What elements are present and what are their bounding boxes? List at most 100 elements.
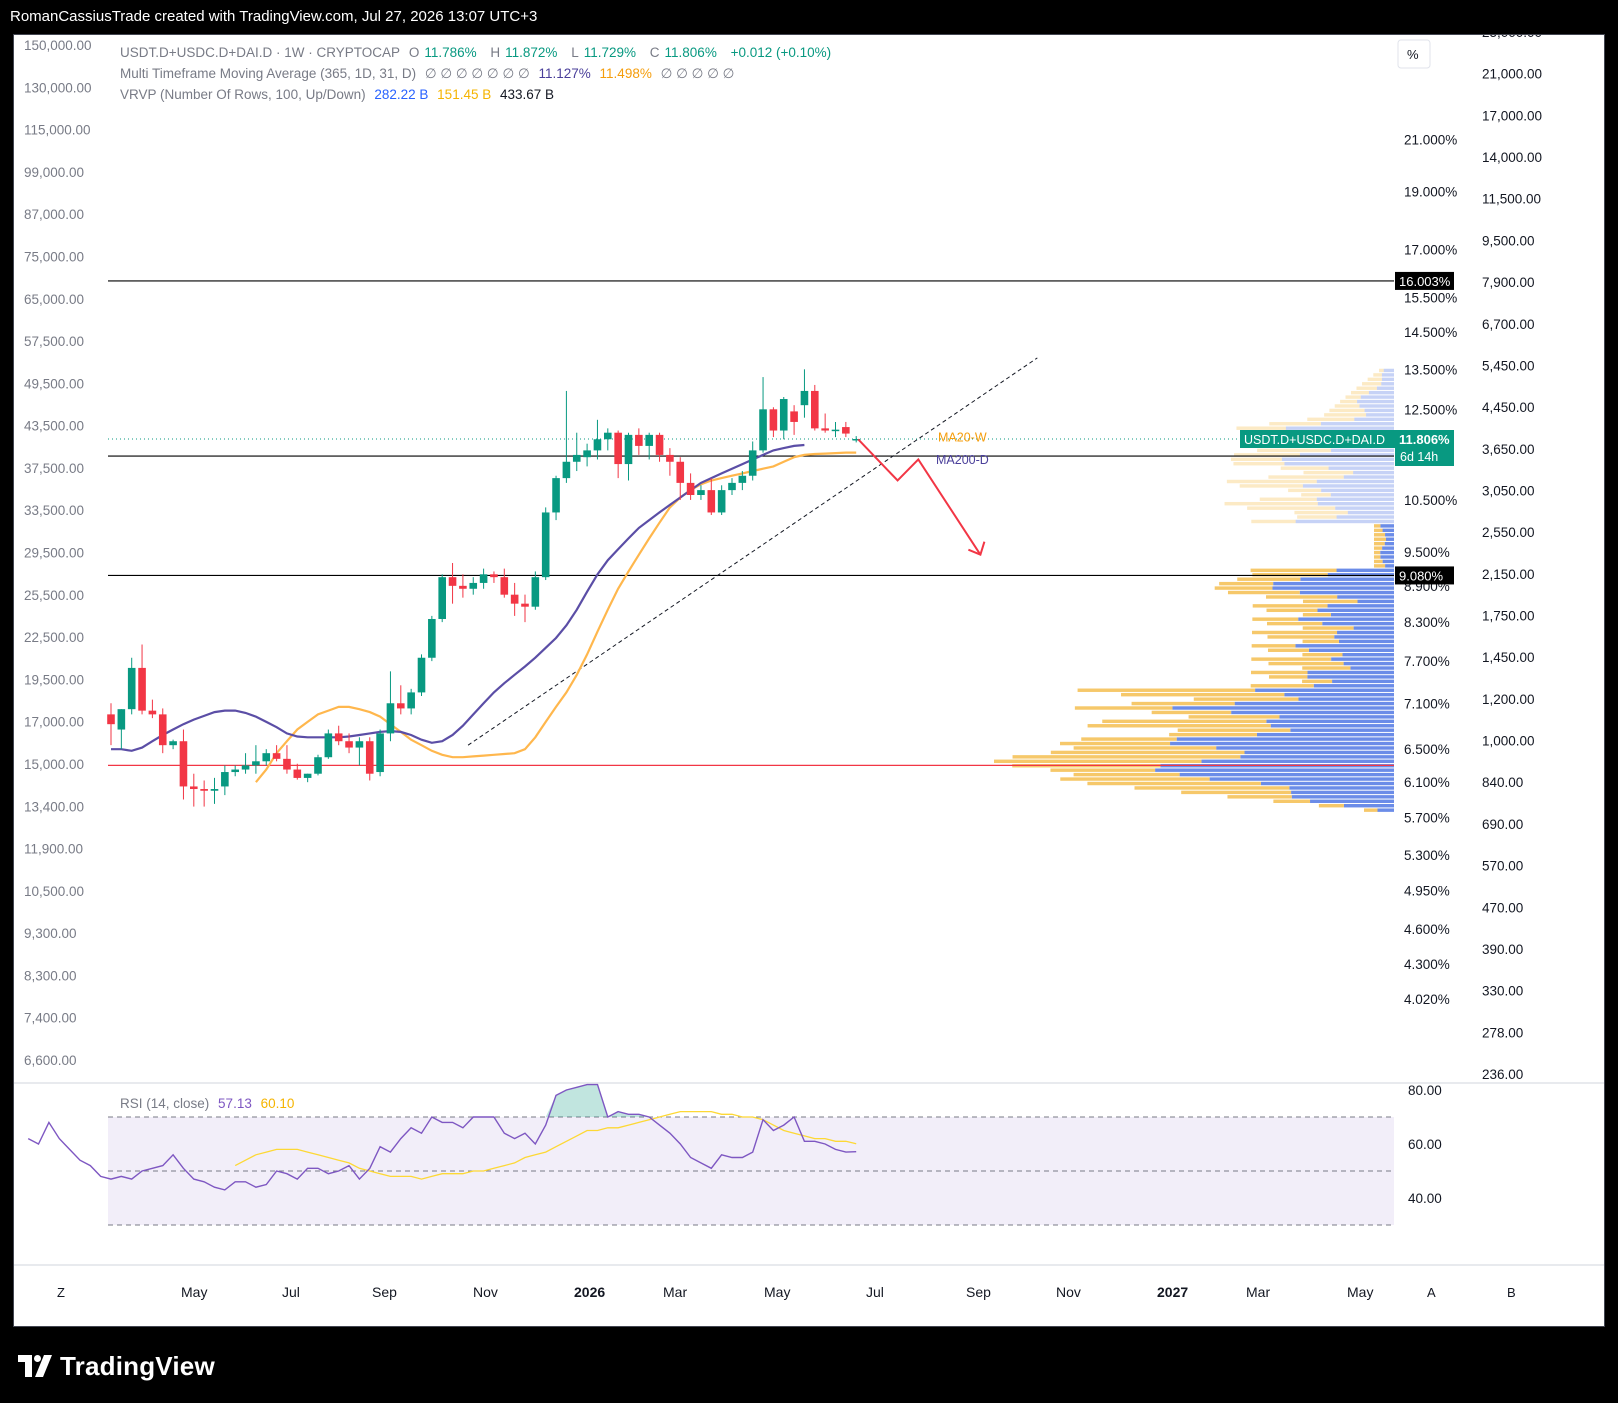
candle-body — [107, 714, 115, 725]
volume-profile-down-bar — [1251, 670, 1308, 675]
volume-profile-down-bar — [1087, 724, 1271, 728]
volume-profile-down-bar — [1324, 413, 1367, 417]
volume-profile-down-bar — [1169, 732, 1257, 737]
tradingview-logo[interactable]: TradingView — [18, 1350, 215, 1382]
candle-body — [221, 772, 229, 787]
left-axis-tick: 7,400.00 — [24, 1011, 77, 1026]
volume-profile-down-bar — [1251, 519, 1296, 524]
volume-profile-down-bar — [1374, 528, 1383, 533]
candle-body — [790, 411, 798, 422]
candle-body — [438, 577, 446, 619]
candle-body — [407, 692, 415, 709]
vrvp-title[interactable]: VRVP (Number Of Rows, 100, Up/Down) — [120, 87, 366, 102]
close-label: C — [649, 45, 660, 60]
right-axis-tick: 5.700% — [1404, 810, 1450, 825]
volume-profile-down-bar — [1345, 395, 1361, 399]
level-price-tag-label: 16.003% — [1399, 274, 1451, 289]
volume-profile-down-bar — [1226, 479, 1317, 484]
volume-profile-up-bar — [1384, 541, 1394, 546]
candle-body — [645, 434, 653, 446]
volume-profile-up-bar — [1350, 666, 1394, 670]
time-axis-tick: Nov — [1056, 1284, 1081, 1300]
chart-frame: 21.000% 19.000% 17.000% 15.500% 14.500% 13.50… — [13, 34, 1605, 1327]
far-right-axis-tick: 1,000.00 — [1482, 734, 1535, 749]
volume-profile-up-bar — [1382, 528, 1394, 533]
volume-profile-down-bar — [1374, 546, 1383, 550]
rsi-title[interactable]: RSI (14, close) — [120, 1096, 209, 1111]
volume-profile-down-bar — [1252, 604, 1328, 608]
symbol-title[interactable]: USDT.D+USDC.D+DAI.D · 1W · CRYPTOCAP — [120, 45, 400, 60]
left-axis-tick: 11,900.00 — [24, 842, 83, 857]
volume-profile-down-bar — [1374, 564, 1386, 568]
mtf-ma-title[interactable]: Multi Timeframe Moving Average (365, 1D,… — [120, 66, 416, 81]
volume-profile-up-bar — [1295, 519, 1394, 524]
volume-profile-down-bar — [1239, 484, 1303, 488]
volume-profile-down-bar — [1151, 710, 1232, 715]
volume-profile-up-bar — [1321, 488, 1394, 493]
candle-body — [490, 574, 498, 578]
volume-profile-up-bar — [1216, 746, 1394, 750]
volume-profile-down-bar — [1374, 533, 1386, 537]
volume-profile-up-bar — [1368, 390, 1394, 395]
candle-body — [738, 475, 747, 483]
right-axis-tick: 19.000% — [1404, 185, 1457, 200]
rsi-overbought-fill — [545, 1084, 650, 1117]
volume-profile-up-bar — [1316, 479, 1394, 484]
volume-profile-down-bar — [1268, 675, 1308, 679]
volume-profile-up-bar — [1385, 533, 1394, 537]
candle-body — [158, 714, 167, 746]
right-axis-tick: 9.500% — [1404, 545, 1450, 560]
time-axis-tick: Sep — [372, 1284, 397, 1300]
volume-profile-up-bar — [1291, 790, 1394, 795]
volume-profile-up-bar — [1284, 692, 1394, 697]
far-right-axis-tick: 3,050.00 — [1482, 483, 1535, 498]
candle-body — [614, 432, 622, 465]
ma20-label: MA20-W — [938, 430, 987, 444]
volume-profile-up-bar — [1385, 537, 1394, 541]
volume-profile-down-bar — [1073, 746, 1217, 750]
volume-profile-down-bar — [1259, 497, 1317, 501]
volume-profile-up-bar — [1234, 701, 1394, 706]
volume-profile-up-bar — [1270, 724, 1394, 728]
right-axis-tick: 8.300% — [1404, 615, 1450, 630]
time-axis-tick: Sep — [966, 1284, 991, 1300]
candle-body — [800, 390, 809, 406]
volume-profile-down-bar — [1219, 581, 1274, 586]
candle-body — [365, 741, 374, 774]
time-axis-tick: Nov — [473, 1284, 498, 1300]
time-axis-tick: 2027 — [1157, 1284, 1188, 1300]
candle-body — [676, 461, 685, 483]
volume-profile-up-bar — [1337, 595, 1394, 599]
volume-profile-down-bar — [1102, 719, 1267, 724]
volume-profile-up-bar — [1385, 564, 1394, 568]
volume-profile-up-bar — [1381, 373, 1394, 377]
chart-canvas[interactable]: 21.000% 19.000% 17.000% 15.500% 14.500% 13.50… — [14, 35, 1604, 1326]
zoom-button: Z — [57, 1285, 65, 1300]
low-label: L — [571, 45, 579, 60]
candle-body — [262, 753, 271, 762]
candle-body — [345, 741, 353, 748]
far-right-axis-tick: 570.00 — [1482, 859, 1523, 874]
volume-profile-down-bar — [1252, 617, 1299, 621]
volume-profile-down-bar — [1060, 777, 1210, 781]
left-axis-tick: 17,000.00 — [24, 715, 84, 730]
right-axis-tick: 21.000% — [1404, 133, 1457, 148]
far-right-axis-tick: 236.00 — [1482, 1067, 1523, 1082]
far-right-axis-tick: 7,900.00 — [1482, 275, 1535, 290]
volume-profile-down-bar — [1288, 488, 1322, 493]
volume-profile-up-bar — [1302, 484, 1394, 488]
volume-profile-up-bar — [1357, 399, 1394, 404]
volume-profile-up-bar — [1353, 470, 1394, 475]
volume-profile-down-bar — [1087, 781, 1261, 786]
volume-profile-up-bar — [1170, 741, 1394, 746]
volume-profile-down-bar — [1362, 382, 1382, 386]
right-axis-tick: 4.600% — [1404, 922, 1450, 937]
open-value: 11.786% — [424, 45, 477, 60]
far-right-axis-tick: 278.00 — [1482, 1025, 1523, 1040]
candle-body — [148, 710, 157, 715]
volume-profile-down-bar — [1250, 568, 1337, 573]
right-axis-tick: 4.300% — [1404, 957, 1450, 972]
far-right-axis-tick: 330.00 — [1482, 984, 1523, 999]
volume-profile-up-bar — [1313, 684, 1394, 688]
left-axis-tick: 13,400.00 — [24, 799, 84, 814]
